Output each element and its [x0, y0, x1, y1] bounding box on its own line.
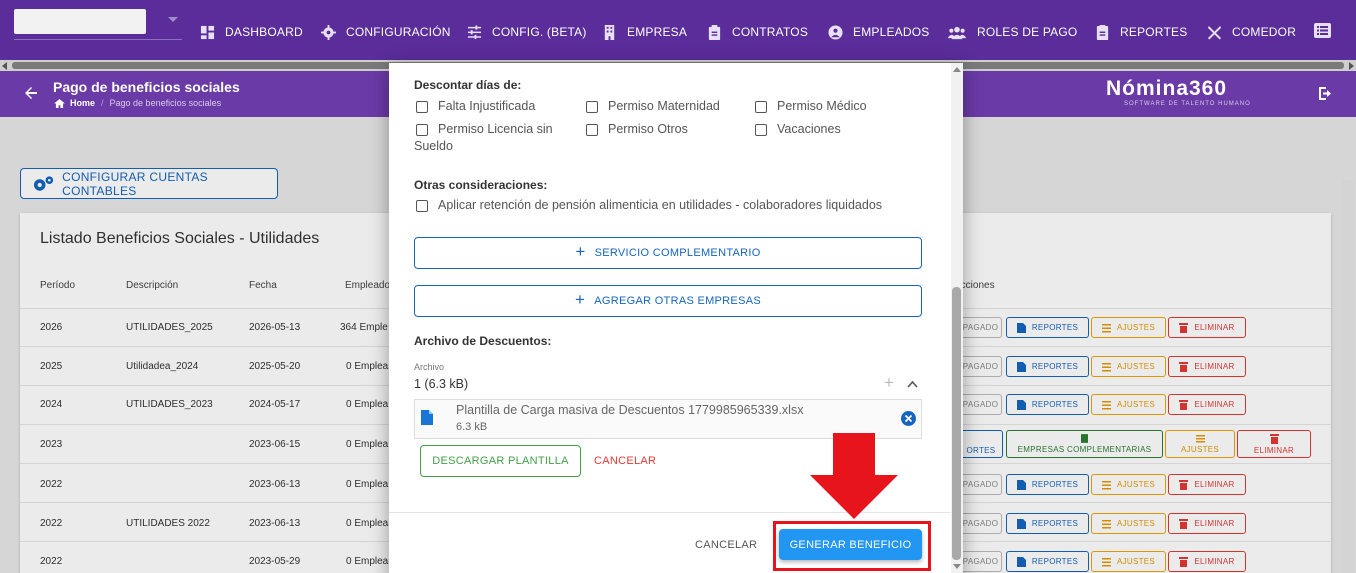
scroll-left-icon[interactable] — [2, 62, 7, 70]
checkbox-icon[interactable] — [416, 101, 428, 113]
add-file-icon[interactable]: + — [884, 373, 894, 393]
logo-subtitle: SOFTWARE DE TALENTO HUMANO — [1124, 101, 1251, 107]
company-select-underline — [14, 39, 182, 40]
archivo-field-label: Archivo — [414, 362, 445, 372]
file-name: Plantilla de Carga masiva de Descuentos … — [456, 403, 804, 417]
report-icon — [1096, 24, 1109, 40]
nav-roles-de-pago[interactable]: ROLES DE PAGO — [947, 23, 1077, 41]
checkbox-falta-injustificada[interactable]: Falta Injustificada — [416, 99, 535, 113]
remove-file-icon[interactable] — [901, 411, 916, 426]
group-icon — [947, 26, 967, 39]
archivo-count: 1 (6.3 kB) — [414, 377, 469, 391]
scroll-right-icon[interactable] — [1349, 62, 1354, 70]
checkbox-icon[interactable] — [755, 124, 767, 136]
checkbox-icon[interactable] — [416, 124, 428, 136]
breadcrumb-current: Pago de beneficios sociales — [109, 98, 222, 108]
company-select[interactable] — [14, 9, 146, 34]
page-title: Pago de beneficios sociales — [53, 79, 240, 95]
nav-dashboard[interactable]: DASHBOARD — [200, 23, 303, 41]
checkbox-icon[interactable] — [586, 101, 598, 113]
checkbox-icon[interactable] — [586, 124, 598, 136]
nav-configuracion[interactable]: CONFIGURACIÓN — [321, 23, 451, 41]
logout-icon[interactable] — [1318, 86, 1333, 101]
nav-label: CONTRATOS — [732, 25, 809, 39]
plus-icon: + — [575, 242, 586, 261]
checkbox-permiso-licencia-label2: Sueldo — [414, 139, 453, 153]
nav-reportes[interactable]: REPORTES — [1095, 23, 1187, 41]
descontar-label: Descontar días de: — [414, 78, 522, 92]
nav-label: EMPRESA — [627, 25, 688, 39]
checkbox-retencion-pension[interactable]: Aplicar retención de pensión alimenticia… — [416, 198, 882, 212]
checkbox-icon[interactable] — [755, 101, 767, 113]
annotation-arrow-down-icon — [810, 433, 898, 519]
nav-label: REPORTES — [1120, 25, 1188, 39]
cancel-button[interactable]: CANCELAR — [695, 539, 757, 551]
checkbox-icon[interactable] — [416, 200, 428, 212]
dialog-scrollbar-thumb[interactable] — [952, 287, 961, 560]
archivo-descuentos-label: Archivo de Descuentos: — [414, 334, 552, 348]
breadcrumb-home[interactable]: Home — [70, 98, 95, 108]
tune-icon — [467, 24, 482, 39]
list-menu-icon[interactable] — [1314, 23, 1331, 38]
file-size: 6.3 kB — [456, 421, 488, 433]
nav-label: EMPLEADOS — [853, 25, 930, 39]
cutlery-icon — [1207, 25, 1222, 40]
checkbox-permiso-maternidad[interactable]: Permiso Maternidad — [586, 99, 720, 113]
nav-comedor[interactable]: COMEDOR — [1207, 23, 1296, 41]
dashboard-icon — [200, 25, 215, 39]
nav-label: COMEDOR — [1232, 25, 1297, 39]
scroll-up-icon[interactable] — [953, 67, 961, 72]
building-icon — [604, 24, 615, 40]
gear-icon — [321, 24, 336, 40]
servicio-complementario-button[interactable]: + SERVICIO COMPLEMENTARIO — [414, 237, 922, 269]
checkbox-permiso-medico[interactable]: Permiso Médico — [755, 99, 867, 113]
nav-label: CONFIGURACIÓN — [346, 25, 451, 39]
nav-label: CONFIG. (BETA) — [492, 25, 587, 39]
annotation-highlight-frame — [773, 521, 931, 571]
chevron-down-icon[interactable] — [168, 17, 178, 22]
nav-contratos[interactable]: CONTRATOS — [707, 23, 808, 41]
employees-icon — [828, 24, 843, 40]
agregar-otras-empresas-button[interactable]: + AGREGAR OTRAS EMPRESAS — [414, 285, 922, 317]
nav-label: ROLES DE PAGO — [977, 25, 1078, 39]
nav-label: DASHBOARD — [225, 25, 303, 39]
arrow-back-icon[interactable] — [24, 86, 38, 100]
file-icon — [421, 410, 433, 425]
plus-icon: + — [575, 290, 586, 309]
chevron-up-icon[interactable] — [907, 380, 918, 388]
otras-consideraciones-label: Otras consideraciones: — [414, 178, 548, 192]
breadcrumb: Home / Pago de beneficios sociales — [54, 98, 221, 108]
checkbox-vacaciones[interactable]: Vacaciones — [755, 122, 841, 136]
checkbox-permiso-licencia[interactable]: Permiso Licencia sin — [416, 122, 553, 136]
logo: Nómina360 — [1106, 77, 1228, 100]
scroll-down-icon[interactable] — [953, 564, 961, 569]
home-icon[interactable] — [54, 98, 65, 108]
nav-empresa[interactable]: EMPRESA — [602, 23, 687, 41]
cancelar-file-button[interactable]: CANCELAR — [594, 455, 656, 467]
descargar-plantilla-button[interactable]: DESCARGAR PLANTILLA — [420, 445, 581, 477]
nav-empleados[interactable]: EMPLEADOS — [828, 23, 930, 41]
checkbox-permiso-otros[interactable]: Permiso Otros — [586, 122, 688, 136]
clipboard-icon — [708, 24, 721, 40]
nav-config-beta[interactable]: CONFIG. (BETA) — [467, 23, 587, 41]
